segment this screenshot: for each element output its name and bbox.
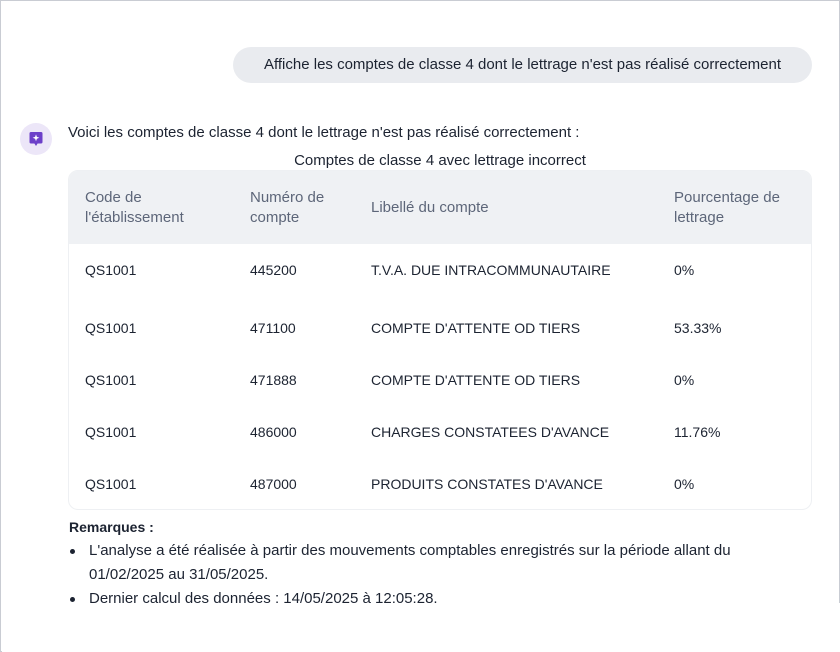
cell-pourcentage: 0%: [674, 262, 695, 278]
table-row: QS1001 471888 COMPTE D'ATTENTE OD TIERS …: [69, 367, 811, 393]
cell-code: QS1001: [85, 320, 137, 336]
cell-libelle: T.V.A. DUE INTRACOMMUNAUTAIRE: [371, 262, 611, 278]
bullet-icon: [70, 549, 75, 554]
assistant-intro-text: Voici les comptes de classe 4 dont le le…: [68, 124, 580, 141]
column-header-code: Code de l'établissement: [85, 189, 184, 226]
column-header-numero: Numéro de compte: [250, 189, 325, 226]
cell-code: QS1001: [85, 262, 137, 278]
cell-code: QS1001: [85, 476, 137, 492]
table-row: QS1001 487000 PRODUITS CONSTATES D'AVANC…: [69, 471, 811, 497]
sparkle-bubble-icon: [29, 132, 43, 146]
cell-numero: 471888: [250, 372, 297, 388]
accounts-table: Code de l'établissement Numéro de compte…: [68, 170, 812, 510]
cell-libelle: COMPTE D'ATTENTE OD TIERS: [371, 372, 581, 388]
column-header-libelle: Libellé du compte: [371, 199, 489, 216]
table-caption: Comptes de classe 4 avec lettrage incorr…: [294, 152, 586, 169]
bullet-icon: [70, 597, 75, 602]
assistant-avatar: [20, 123, 52, 155]
cell-numero: 486000: [250, 424, 297, 440]
cell-numero: 445200: [250, 262, 297, 278]
cell-code: QS1001: [85, 372, 137, 388]
table-header: Code de l'établissement Numéro de compte…: [69, 171, 811, 244]
cell-libelle: PRODUITS CONSTATES D'AVANCE: [371, 476, 603, 492]
table-row: QS1001 471100 COMPTE D'ATTENTE OD TIERS …: [69, 315, 811, 341]
cell-pourcentage: 53.33%: [674, 320, 722, 336]
cell-code: QS1001: [85, 424, 137, 440]
bottom-spacer: [2, 603, 840, 652]
remarks-list: L'analyse a été réalisée à partir des mo…: [69, 539, 809, 611]
user-message-bubble: Affiche les comptes de classe 4 dont le …: [233, 47, 812, 83]
cell-numero: 487000: [250, 476, 297, 492]
chat-window: Affiche les comptes de classe 4 dont le …: [0, 0, 840, 652]
remarks-title: Remarques :: [69, 519, 154, 535]
cell-numero: 471100: [250, 320, 296, 336]
table-row: QS1001 445200 T.V.A. DUE INTRACOMMUNAUTA…: [69, 257, 811, 283]
cell-pourcentage: 0%: [674, 372, 695, 388]
cell-libelle: COMPTE D'ATTENTE OD TIERS: [371, 320, 581, 336]
table-row: QS1001 486000 CHARGES CONSTATEES D'AVANC…: [69, 419, 811, 445]
cell-libelle: CHARGES CONSTATEES D'AVANCE: [371, 424, 610, 440]
cell-pourcentage: 0%: [674, 476, 695, 492]
remark-item: L'analyse a été réalisée à partir des mo…: [69, 539, 809, 587]
cell-pourcentage: 11.76%: [674, 424, 721, 440]
column-header-pourcentage: Pourcentage de lettrage: [674, 189, 780, 226]
